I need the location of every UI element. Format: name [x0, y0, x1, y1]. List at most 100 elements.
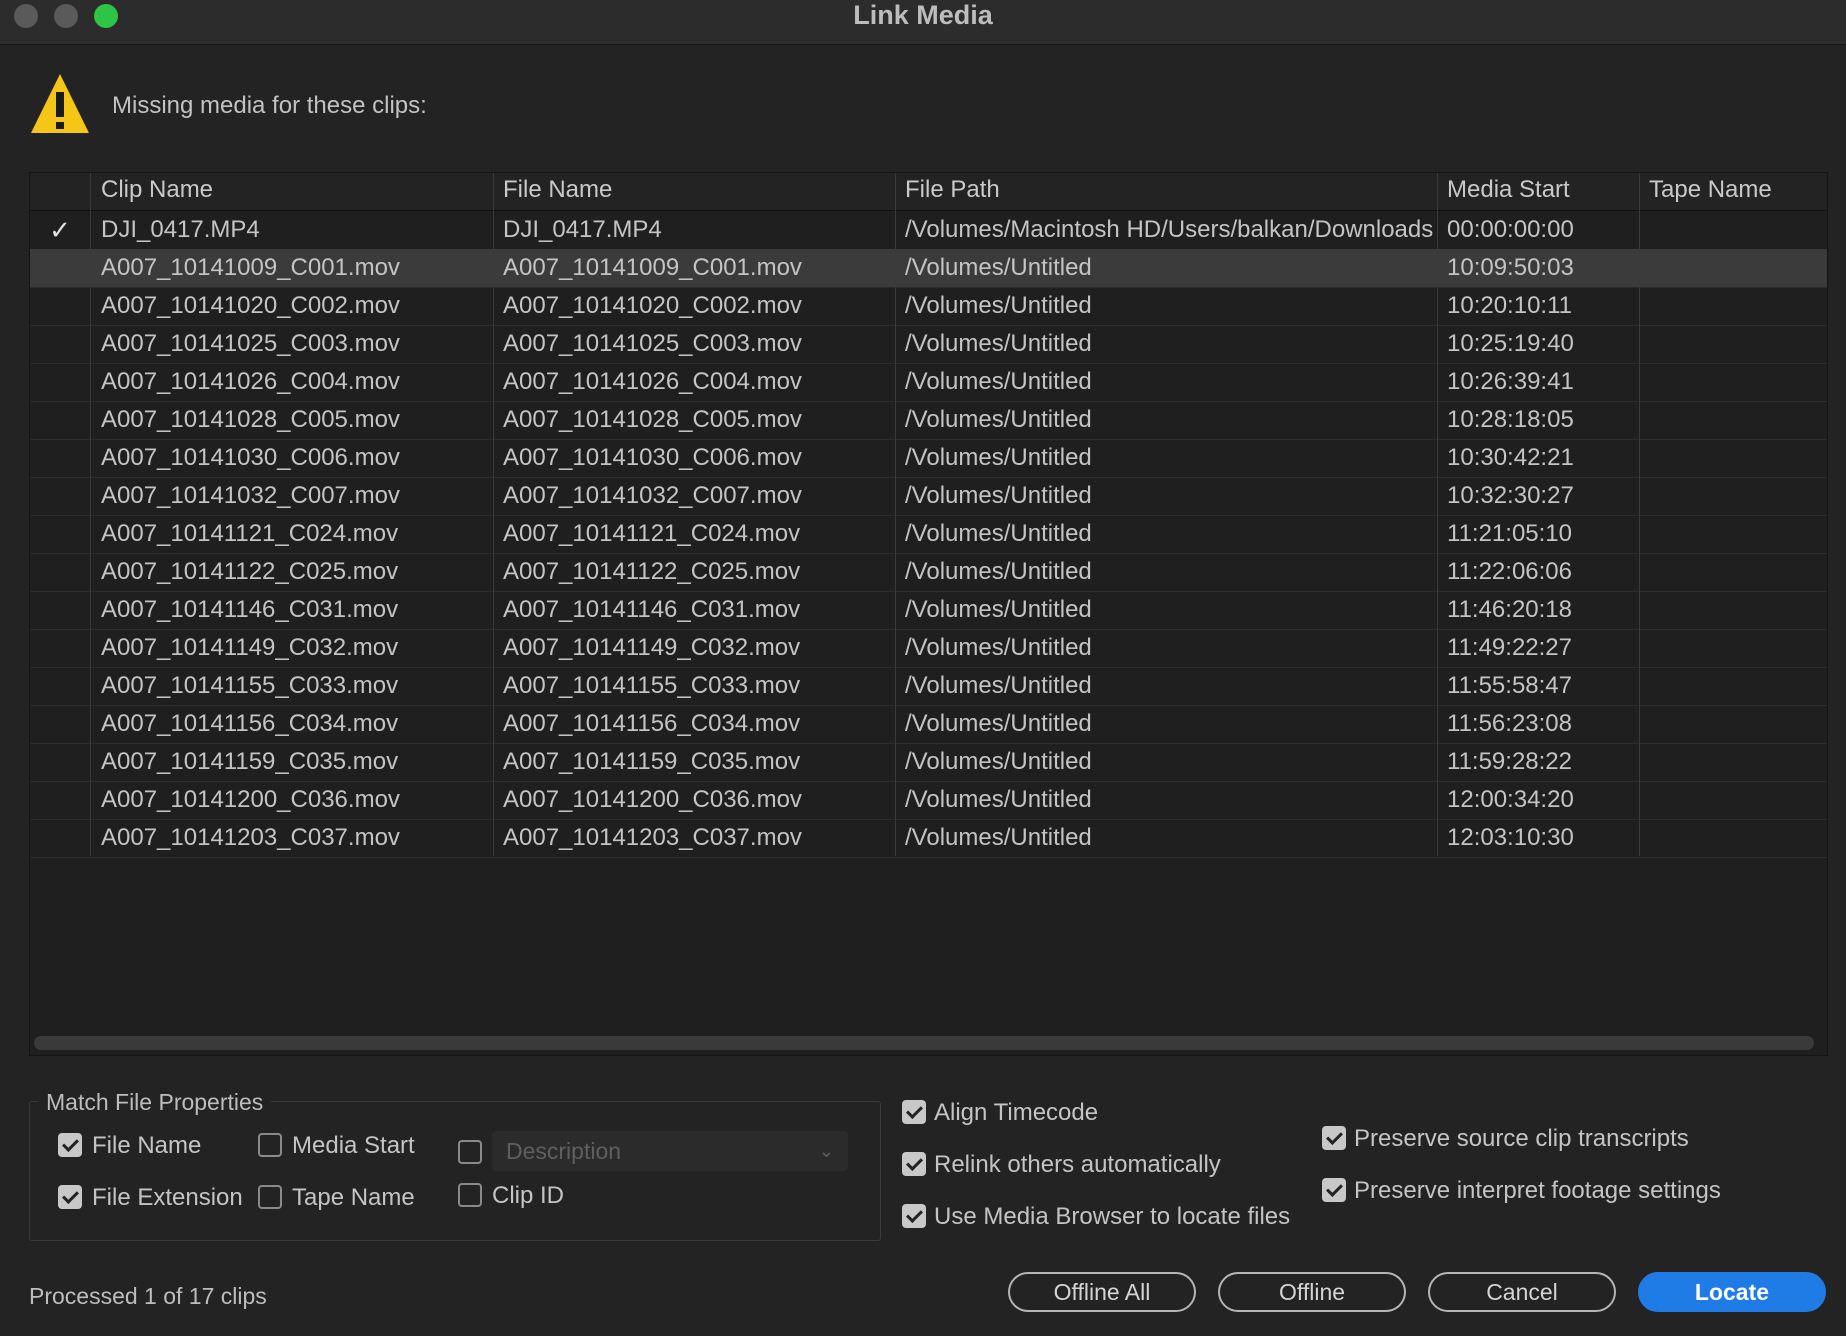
- file-name-cell: A007_10141149_C032.mov: [503, 634, 801, 661]
- row-status-cell: [30, 477, 90, 515]
- table-row[interactable]: A007_10141020_C002.mov A007_10141020_C002…: [30, 287, 1827, 326]
- clip-table[interactable]: Clip Name File Name File Path Media Star…: [29, 172, 1828, 1056]
- table-row[interactable]: A007_10141121_C024.mov A007_10141121_C024…: [30, 515, 1827, 554]
- cancel-button[interactable]: Cancel: [1428, 1272, 1616, 1312]
- align-timecode-checkbox[interactable]: [902, 1100, 926, 1124]
- file-name-cell: A007_10141026_C004.mov: [503, 368, 802, 395]
- clip-name-cell: A007_10141146_C031.mov: [101, 596, 399, 623]
- table-row[interactable]: A007_10141025_C003.mov A007_10141025_C003…: [30, 325, 1827, 364]
- table-row[interactable]: A007_10141155_C033.mov A007_10141155_C033…: [30, 667, 1827, 706]
- table-row[interactable]: A007_10141203_C037.mov A007_10141203_C037…: [30, 819, 1827, 858]
- chevron-down-icon: ⌄: [818, 1141, 834, 1161]
- table-row[interactable]: A007_10141146_C031.mov A007_10141146_C031…: [30, 591, 1827, 630]
- row-status-cell: [30, 743, 90, 781]
- horizontal-scrollbar[interactable]: [34, 1036, 1814, 1050]
- clip-name-cell: DJI_0417.MP4: [101, 216, 260, 243]
- table-row[interactable]: A007_10141028_C005.mov A007_10141028_C005…: [30, 401, 1827, 440]
- file-path-cell: /Volumes/Untitled: [905, 254, 1092, 281]
- preserve-transcripts-checkbox[interactable]: [1322, 1126, 1346, 1150]
- file-name-label: File Name: [92, 1132, 202, 1159]
- media-start-cell: 11:22:06:06: [1447, 558, 1573, 585]
- table-row[interactable]: ✓ DJI_0417.MP4 DJI_0417.MP4/Volumes/Macint…: [30, 211, 1827, 250]
- row-status-cell: [30, 781, 90, 819]
- match-file-properties-group: [29, 1101, 881, 1241]
- file-name-cell: A007_10141030_C006.mov: [503, 444, 802, 471]
- file-extension-checkbox[interactable]: [58, 1185, 82, 1209]
- offline-button[interactable]: Offline: [1218, 1272, 1406, 1312]
- row-status-cell: [30, 401, 90, 439]
- clip-id-label: Clip ID: [492, 1182, 565, 1209]
- file-path-cell: /Volumes/Untitled: [905, 444, 1092, 471]
- media-start-checkbox[interactable]: [258, 1133, 282, 1157]
- relink-others-checkbox[interactable]: [902, 1152, 926, 1176]
- media-start-cell: 10:25:19:40: [1447, 330, 1574, 357]
- clip-name-cell: A007_10141155_C033.mov: [101, 672, 399, 699]
- media-start-label: Media Start: [292, 1132, 415, 1159]
- media-start-cell: 10:32:30:27: [1447, 482, 1574, 509]
- window-title: Link Media: [853, 0, 993, 30]
- preserve-interpret-checkbox[interactable]: [1322, 1178, 1346, 1202]
- file-path-cell: /Volumes/Untitled: [905, 748, 1092, 775]
- file-name-cell: A007_10141122_C025.mov: [503, 558, 801, 585]
- clip-name-cell: A007_10141159_C035.mov: [101, 748, 399, 775]
- warning-icon: [31, 74, 89, 133]
- row-status-cell: [30, 325, 90, 363]
- column-header-media-start[interactable]: Media Start: [1447, 173, 1637, 207]
- table-row[interactable]: A007_10141032_C007.mov A007_10141032_C007…: [30, 477, 1827, 516]
- media-start-cell: 11:49:22:27: [1447, 634, 1573, 661]
- locate-button[interactable]: Locate: [1638, 1272, 1826, 1312]
- media-start-cell: 12:00:34:20: [1447, 786, 1574, 813]
- file-path-cell: /Volumes/Untitled: [905, 824, 1092, 851]
- clip-name-cell: A007_10141121_C024.mov: [101, 520, 399, 547]
- column-divider: [493, 173, 494, 856]
- media-start-cell: 11:55:58:47: [1447, 672, 1573, 699]
- clip-name-cell: A007_10141032_C007.mov: [101, 482, 400, 509]
- media-start-cell: 10:28:18:05: [1447, 406, 1574, 433]
- status-text: Processed 1 of 17 clips: [29, 1283, 267, 1309]
- clip-name-cell: A007_10141009_C001.mov: [101, 254, 400, 281]
- clip-name-cell: A007_10141200_C036.mov: [101, 786, 400, 813]
- file-name-checkbox[interactable]: [58, 1133, 82, 1157]
- table-row[interactable]: A007_10141122_C025.mov A007_10141122_C025…: [30, 553, 1827, 592]
- description-dropdown[interactable]: Description ⌄: [492, 1131, 848, 1171]
- offline-all-button[interactable]: Offline All: [1008, 1272, 1196, 1312]
- file-name-cell: A007_10141025_C003.mov: [503, 330, 802, 357]
- clip-name-cell: A007_10141026_C004.mov: [101, 368, 400, 395]
- clip-name-cell: A007_10141030_C006.mov: [101, 444, 400, 471]
- file-name-cell: A007_10141159_C035.mov: [503, 748, 801, 775]
- description-checkbox[interactable]: [458, 1140, 482, 1164]
- table-row[interactable]: A007_10141149_C032.mov A007_10141149_C032…: [30, 629, 1827, 668]
- row-status-cell: [30, 439, 90, 477]
- clip-id-checkbox[interactable]: [458, 1183, 482, 1207]
- column-header-clip-name[interactable]: Clip Name: [101, 173, 491, 207]
- table-row[interactable]: A007_10141200_C036.mov A007_10141200_C036…: [30, 781, 1827, 820]
- media-start-cell: 12:03:10:30: [1447, 824, 1574, 851]
- file-extension-label: File Extension: [92, 1184, 243, 1211]
- column-header-file-name[interactable]: File Name: [503, 173, 893, 207]
- file-path-cell: /Volumes/Untitled: [905, 520, 1092, 547]
- use-media-browser-label: Use Media Browser to locate files: [934, 1203, 1291, 1230]
- column-header-tape-name[interactable]: Tape Name: [1649, 173, 1819, 207]
- media-start-cell: 10:30:42:21: [1447, 444, 1574, 471]
- table-row[interactable]: A007_10141159_C035.mov A007_10141159_C035…: [30, 743, 1827, 782]
- file-path-cell: /Volumes/Macintosh HD/Users/balkan/Downl…: [905, 216, 1434, 243]
- clip-name-cell: A007_10141020_C002.mov: [101, 292, 400, 319]
- clip-name-cell: A007_10141203_C037.mov: [101, 824, 400, 851]
- relink-others-label: Relink others automatically: [934, 1151, 1221, 1178]
- row-status-cell: [30, 553, 90, 591]
- row-status-cell: [30, 363, 90, 401]
- tape-name-checkbox[interactable]: [258, 1185, 282, 1209]
- media-start-cell: 11:56:23:08: [1447, 710, 1573, 737]
- clip-name-cell: A007_10141149_C032.mov: [101, 634, 399, 661]
- table-row[interactable]: A007_10141030_C006.mov A007_10141030_C006…: [30, 439, 1827, 478]
- row-status-cell: [30, 667, 90, 705]
- table-row[interactable]: A007_10141026_C004.mov A007_10141026_C004…: [30, 363, 1827, 402]
- file-path-cell: /Volumes/Untitled: [905, 330, 1092, 357]
- column-header-file-path[interactable]: File Path: [905, 173, 1435, 207]
- table-row[interactable]: A007_10141156_C034.mov A007_10141156_C034…: [30, 705, 1827, 744]
- table-row[interactable]: A007_10141009_C001.mov A007_10141009_C001…: [30, 249, 1827, 288]
- missing-media-message: Missing media for these clips:: [112, 92, 427, 119]
- file-name-cell: A007_10141156_C034.mov: [503, 710, 801, 737]
- use-media-browser-checkbox[interactable]: [902, 1204, 926, 1228]
- media-start-cell: 10:26:39:41: [1447, 368, 1574, 395]
